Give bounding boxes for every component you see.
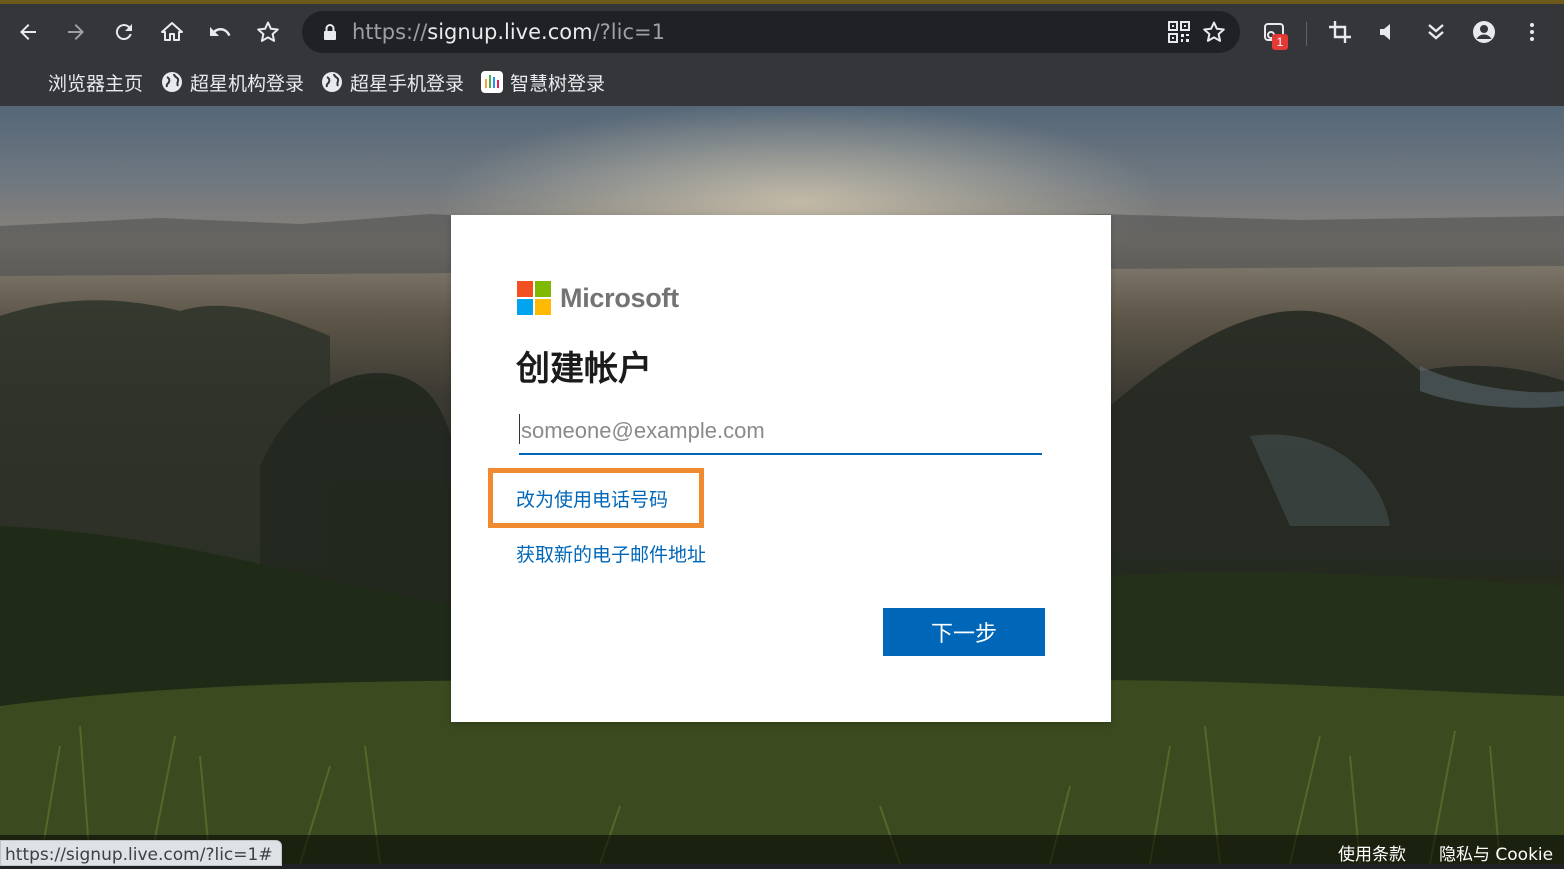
bookmark-label: 智慧树登录 <box>510 72 606 95</box>
microsoft-logo: Microsoft <box>517 281 679 315</box>
extension-badge: 1 <box>1272 34 1288 50</box>
undo-button[interactable] <box>202 14 238 50</box>
logo-square-yellow <box>535 299 551 315</box>
logo-square-red <box>517 281 533 297</box>
logo-square-green <box>535 281 551 297</box>
toolbar-divider <box>1306 22 1307 46</box>
reload-button[interactable] <box>106 14 142 50</box>
bookmark-label: 超星机构登录 <box>190 72 305 95</box>
bookmark-star-button[interactable] <box>250 14 286 50</box>
url-text: https://signup.live.com/?lic=1 <box>352 11 665 53</box>
create-account-card: Microsoft 创建帐户 改为使用电话号码 获取新的电子邮件地址 下一步 <box>451 215 1111 722</box>
status-bar-url: https://signup.live.com/?lic=1# <box>0 840 282 866</box>
speaker-icon <box>1380 24 1390 40</box>
double-chevron-down-icon <box>1428 24 1444 40</box>
reload-icon <box>115 24 132 41</box>
url-host: signup.live.com <box>427 20 593 44</box>
zhihuishu-icon <box>481 71 503 93</box>
bookmark-label: 浏览器主页 <box>48 72 144 95</box>
bookmark-label: 超星手机登录 <box>350 72 465 95</box>
bookmark-chaoxing-mobile[interactable]: 超星手机登录 <box>321 66 464 98</box>
menu-button[interactable] <box>1514 14 1550 50</box>
undo-icon <box>210 27 231 36</box>
arrow-right-icon <box>68 24 84 40</box>
arrow-left-icon <box>20 24 36 40</box>
bookmark-zhihuishu[interactable]: 智慧树登录 <box>481 66 605 98</box>
privacy-cookies-link[interactable]: 隐私与 Cookie <box>1439 840 1553 865</box>
more-extensions-button[interactable] <box>1418 14 1454 50</box>
profile-button[interactable] <box>1466 14 1502 50</box>
bookmark-home-page[interactable]: 浏览器主页 <box>48 66 143 98</box>
account-circle-icon <box>1473 21 1495 43</box>
lock-icon <box>324 24 336 40</box>
bookmark-chaoxing-institution[interactable]: 超星机构登录 <box>161 66 304 98</box>
url-scheme: https:// <box>352 20 428 44</box>
home-button[interactable] <box>154 14 190 50</box>
microsoft-logo-icon <box>517 281 551 315</box>
back-button[interactable] <box>10 14 46 50</box>
microsoft-wordmark: Microsoft <box>560 282 679 313</box>
crop-button[interactable] <box>1322 14 1358 50</box>
star-outline-icon <box>257 21 279 42</box>
use-phone-number-link[interactable]: 改为使用电话号码 <box>516 485 668 512</box>
bookmarks-bar: 浏览器主页 超星机构登录 超星手机登录 智慧树登录 <box>0 58 1564 106</box>
url-path: /?lic=1 <box>592 20 665 44</box>
next-button[interactable]: 下一步 <box>883 608 1045 656</box>
terms-of-use-link[interactable]: 使用条款 <box>1338 840 1406 865</box>
globe-icon <box>162 72 182 92</box>
browser-toolbar: https://signup.live.com/?lic=1 1 <box>0 0 1564 58</box>
email-input[interactable] <box>519 409 1042 455</box>
home-icon <box>161 22 183 41</box>
qr-code-icon[interactable] <box>1168 21 1190 43</box>
logo-square-blue <box>517 299 533 315</box>
crop-icon <box>1329 21 1351 43</box>
forward-button[interactable] <box>58 14 94 50</box>
page-title: 创建帐户 <box>516 349 652 389</box>
star-outline-icon[interactable] <box>1202 20 1226 44</box>
mute-button[interactable] <box>1370 14 1406 50</box>
get-new-email-link[interactable]: 获取新的电子邮件地址 <box>516 540 706 567</box>
text-caret <box>519 414 520 444</box>
address-bar[interactable]: https://signup.live.com/?lic=1 <box>302 11 1240 53</box>
kebab-menu-icon <box>1530 23 1534 41</box>
extension-button[interactable]: 1 <box>1256 14 1292 50</box>
globe-icon <box>322 72 342 92</box>
